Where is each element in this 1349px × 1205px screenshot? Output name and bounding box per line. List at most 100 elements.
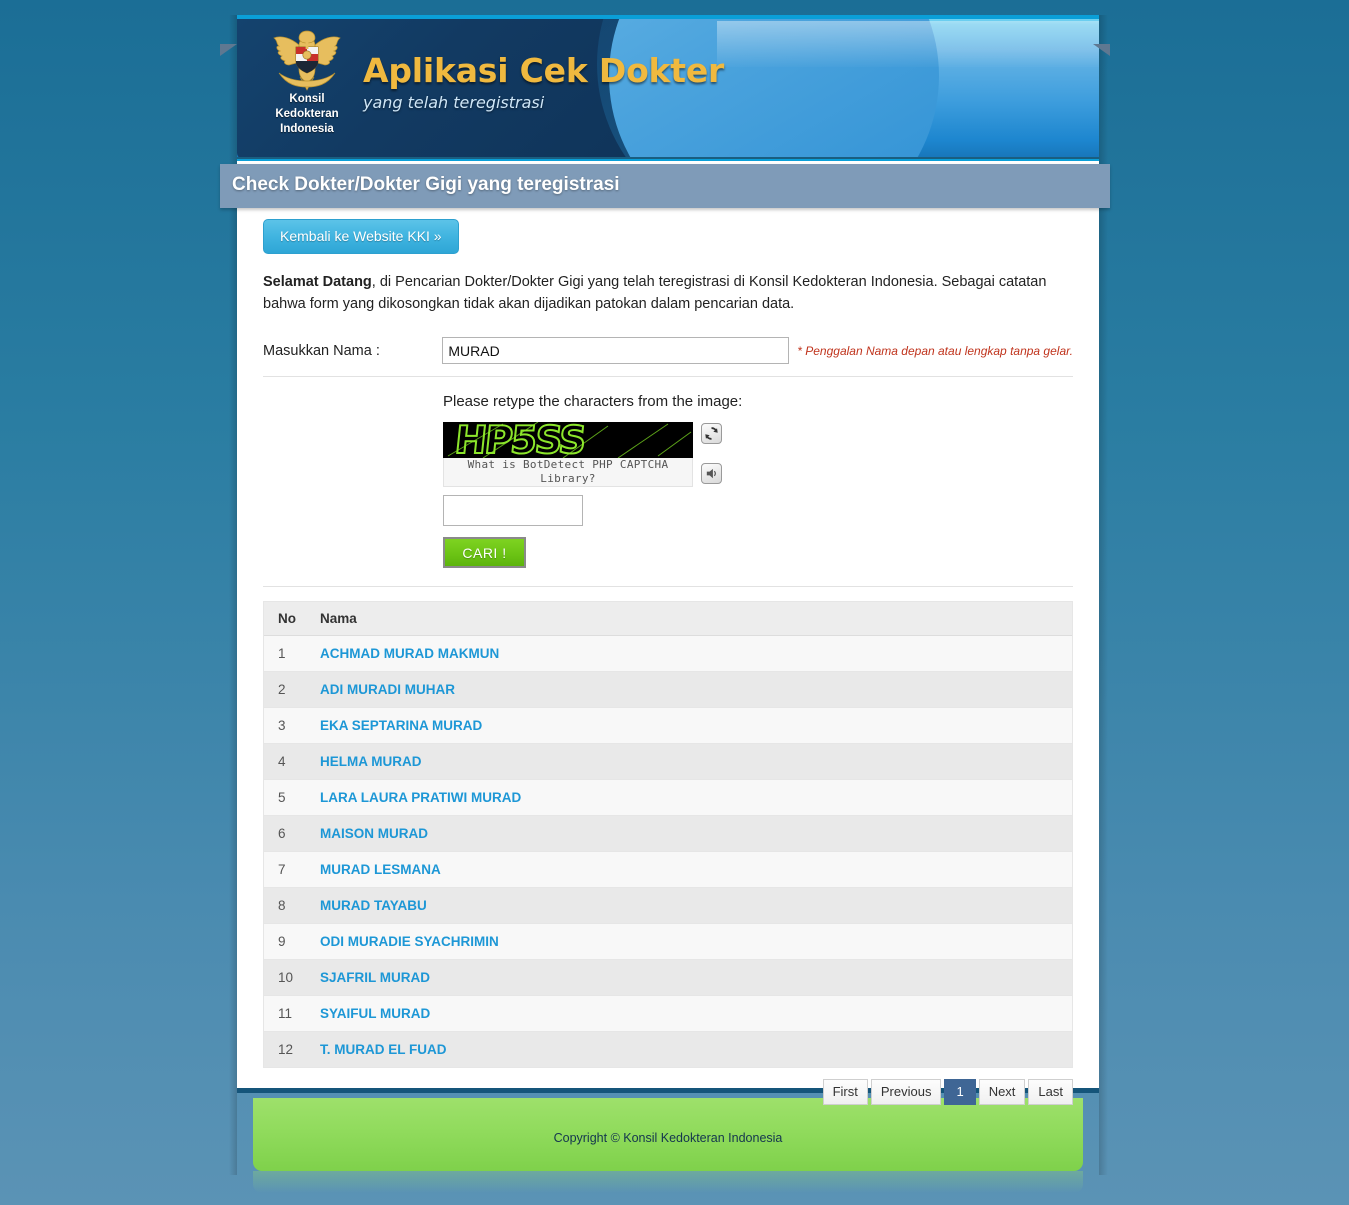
row-name-cell: EKA SEPTARINA MURAD xyxy=(306,707,1072,744)
form-divider-bottom xyxy=(263,586,1073,587)
doctor-name-link[interactable]: SJAFRIL MURAD xyxy=(320,970,430,985)
row-name-cell: MAISON MURAD xyxy=(306,815,1072,852)
table-row: 6 MAISON MURAD xyxy=(264,815,1072,852)
pagination-first[interactable]: First xyxy=(822,1079,868,1105)
doctor-name-link[interactable]: ODI MURADIE SYACHRIMIN xyxy=(320,934,499,949)
emblem-caption-line3: Indonesia xyxy=(280,123,334,135)
table-row: 4 HELMA MURAD xyxy=(264,743,1072,780)
row-number: 2 xyxy=(264,671,306,708)
doctor-name-link[interactable]: T. MURAD EL FUAD xyxy=(320,1042,447,1057)
row-name-cell: T. MURAD EL FUAD xyxy=(306,1031,1072,1068)
ribbon-fold-right-icon xyxy=(1093,44,1110,56)
captcha-block: Please retype the characters from the im… xyxy=(443,393,1073,568)
row-name-cell: LARA LAURA PRATIWI MURAD xyxy=(306,779,1072,816)
captcha-info-link[interactable]: What is BotDetect PHP CAPTCHA Library? xyxy=(443,458,693,487)
row-number: 5 xyxy=(264,779,306,816)
doctor-name-link[interactable]: EKA SEPTARINA MURAD xyxy=(320,718,482,733)
search-form: Masukkan Nama : * Penggalan Nama depan a… xyxy=(263,337,1073,587)
garuda-icon xyxy=(273,30,341,91)
row-name-cell: MURAD LESMANA xyxy=(306,851,1072,888)
search-submit-button[interactable]: CARI ! xyxy=(443,537,526,568)
app-subtitle: yang telah teregistrasi xyxy=(363,93,545,112)
table-row: 9 ODI MURADIE SYACHRIMIN xyxy=(264,923,1072,960)
row-number: 4 xyxy=(264,743,306,780)
app-title: Aplikasi Cek Dokter xyxy=(363,51,725,90)
name-label: Masukkan Nama : xyxy=(263,343,380,359)
doctor-name-link[interactable]: SYAIFUL MURAD xyxy=(320,1006,430,1021)
table-header-row: No Nama xyxy=(264,602,1072,636)
page-title-ribbon: Check Dokter/Dokter Gigi yang teregistra… xyxy=(220,164,1110,208)
captcha-row: HP5SS What is BotDetect PHP CAPTCHA Libr… xyxy=(443,422,743,487)
doctor-name-link[interactable]: MURAD TAYABU xyxy=(320,898,427,913)
welcome-rest: , di Pencarian Dokter/Dokter Gigi yang t… xyxy=(263,274,1047,312)
row-number: 10 xyxy=(264,959,306,996)
main-content: Kembali ke Website KKI » Selamat Datang,… xyxy=(237,161,1099,1105)
doctor-name-link[interactable]: MAISON MURAD xyxy=(320,826,428,841)
row-name-cell: ODI MURADIE SYACHRIMIN xyxy=(306,923,1072,960)
sound-icon[interactable] xyxy=(701,463,722,484)
captcha-image: HP5SS xyxy=(443,422,693,458)
name-input[interactable] xyxy=(442,337,790,364)
pagination: First Previous 1 Next Last xyxy=(263,1079,1073,1105)
form-divider-top xyxy=(263,376,1073,377)
brand-block: Aplikasi Cek Dokter yang telah teregistr… xyxy=(363,51,724,112)
page-title: Check Dokter/Dokter Gigi yang teregistra… xyxy=(232,174,620,195)
emblem-caption-line1: Konsil xyxy=(289,93,325,105)
row-number: 3 xyxy=(264,707,306,744)
doctor-name-link[interactable]: LARA LAURA PRATIWI MURAD xyxy=(320,790,521,805)
back-to-kki-website-button[interactable]: Kembali ke Website KKI » xyxy=(263,219,459,254)
column-header-nama: Nama xyxy=(306,602,1072,636)
row-name-cell: SJAFRIL MURAD xyxy=(306,959,1072,996)
row-number: 6 xyxy=(264,815,306,852)
ribbon-fold-left-icon xyxy=(220,44,237,56)
welcome-text: Selamat Datang, di Pencarian Dokter/Dokt… xyxy=(263,271,1053,315)
header-banner: Konsil Kedokteran Indonesia Aplikasi Cek… xyxy=(237,19,1099,159)
table-row: 3 EKA SEPTARINA MURAD xyxy=(264,707,1072,744)
captcha-text-glyph: HP5SS xyxy=(453,422,587,458)
row-number: 11 xyxy=(264,995,306,1032)
table-row: 5 LARA LAURA PRATIWI MURAD xyxy=(264,779,1072,816)
table-row: 10 SJAFRIL MURAD xyxy=(264,959,1072,996)
row-name-cell: HELMA MURAD xyxy=(306,743,1072,780)
table-row: 11 SYAIFUL MURAD xyxy=(264,995,1072,1032)
row-number: 1 xyxy=(264,635,306,672)
doctor-name-link[interactable]: HELMA MURAD xyxy=(320,754,422,769)
row-name-cell: SYAIFUL MURAD xyxy=(306,995,1072,1032)
captcha-input[interactable] xyxy=(443,495,583,526)
emblem-caption-line2: Kedokteran xyxy=(275,108,339,120)
row-number: 9 xyxy=(264,923,306,960)
footer-reflection xyxy=(253,1171,1083,1193)
pagination-previous[interactable]: Previous xyxy=(870,1079,942,1105)
table-row: 2 ADI MURADI MUHAR xyxy=(264,671,1072,708)
table-row: 7 MURAD LESMANA xyxy=(264,851,1072,888)
doctor-name-link[interactable]: ADI MURADI MUHAR xyxy=(320,682,455,697)
pagination-last[interactable]: Last xyxy=(1028,1079,1073,1105)
results-table-wrap: No Nama 1 ACHMAD MURAD MAKMUN 2 ADI MURADI … xyxy=(263,601,1073,1068)
results-table-body: 1 ACHMAD MURAD MAKMUN 2 ADI MURADI MUHAR 3 EK… xyxy=(264,635,1072,1068)
captcha-glyphs: HP5SS xyxy=(443,422,693,458)
doctor-name-link[interactable]: MURAD LESMANA xyxy=(320,862,441,877)
footer-copyright: Copyright © Konsil Kedokteran Indonesia xyxy=(553,1131,783,1145)
column-header-no: No xyxy=(264,602,306,636)
row-number: 7 xyxy=(264,851,306,888)
row-name-cell: ADI MURADI MUHAR xyxy=(306,671,1072,708)
welcome-lead: Selamat Datang xyxy=(263,274,372,290)
pagination-next[interactable]: Next xyxy=(978,1079,1026,1105)
name-field-row: Masukkan Nama : * Penggalan Nama depan a… xyxy=(263,337,1073,364)
results-table: No Nama 1 ACHMAD MURAD MAKMUN 2 ADI MURADI … xyxy=(264,602,1072,1068)
table-row: 1 ACHMAD MURAD MAKMUN xyxy=(264,635,1072,672)
table-row: 12 T. MURAD EL FUAD xyxy=(264,1031,1072,1068)
site-footer: Copyright © Konsil Kedokteran Indonesia xyxy=(253,1098,1083,1171)
row-number: 12 xyxy=(264,1031,306,1068)
doctor-name-link[interactable]: ACHMAD MURAD MAKMUN xyxy=(320,646,499,661)
row-name-cell: ACHMAD MURAD MAKMUN xyxy=(306,635,1072,672)
name-hint: * Penggalan Nama depan atau lengkap tanp… xyxy=(797,344,1073,358)
site-header: Konsil Kedokteran Indonesia Aplikasi Cek… xyxy=(237,15,1099,161)
refresh-icon[interactable] xyxy=(701,423,722,444)
table-row: 8 MURAD TAYABU xyxy=(264,887,1072,924)
row-number: 8 xyxy=(264,887,306,924)
pagination-page-1[interactable]: 1 xyxy=(944,1079,976,1105)
row-name-cell: MURAD TAYABU xyxy=(306,887,1072,924)
captcha-prompt: Please retype the characters from the im… xyxy=(443,393,743,410)
garuda-emblem: Konsil Kedokteran Indonesia xyxy=(259,29,355,149)
